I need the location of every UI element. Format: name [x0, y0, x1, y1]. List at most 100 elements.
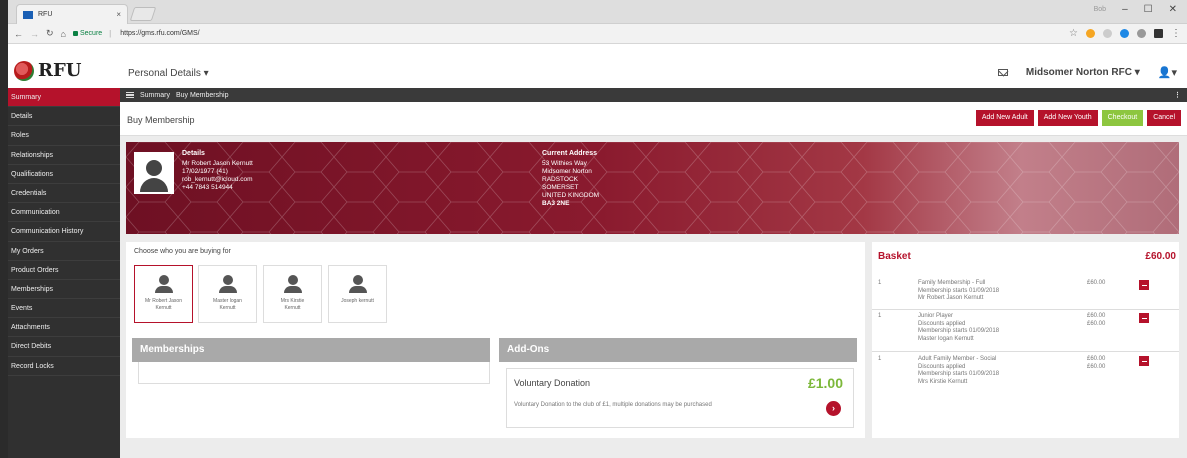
breadcrumb-item-buy-membership[interactable]: Buy Membership: [176, 92, 229, 99]
profile-name: Mr Robert Jason Kernutt: [182, 160, 253, 167]
basket-description: Adult Family Member - Social Discounts a…: [918, 356, 1000, 385]
url-field[interactable]: https://gms.rfu.com/GMS/: [120, 30, 199, 37]
sidebar-item-product-orders[interactable]: Product Orders: [8, 261, 120, 280]
person-icon: [154, 275, 174, 293]
breadcrumb: Summary Buy Membership ⋮: [120, 88, 1187, 102]
rfu-logo[interactable]: RFU: [14, 60, 81, 81]
chevron-right-icon[interactable]: ›: [826, 401, 841, 416]
bookmark-star-icon[interactable]: ☆: [1069, 28, 1078, 39]
tab-title: RFU: [38, 11, 53, 18]
window-close-icon[interactable]: ✕: [1169, 4, 1177, 15]
person-icon: [283, 275, 303, 293]
details-heading: Details: [182, 150, 205, 157]
profile-dob: 17/02/1977 (41): [182, 168, 228, 175]
maximize-icon[interactable]: ☐: [1144, 4, 1153, 15]
sidebar-item-credentials[interactable]: Credentials: [8, 184, 120, 204]
sidebar-item-qualifications[interactable]: Qualifications: [8, 165, 120, 184]
user-menu-icon[interactable]: 👤▾: [1158, 66, 1177, 79]
sidebar-item-memberships[interactable]: Memberships: [8, 280, 120, 300]
action-buttons: Add New Adult Add New Youth Checkout Can…: [975, 110, 1181, 126]
new-tab-button[interactable]: [129, 7, 157, 21]
sidebar-item-record-locks[interactable]: Record Locks: [8, 357, 120, 376]
add-new-youth-button[interactable]: Add New Youth: [1037, 110, 1098, 126]
sidebar-item-relationships[interactable]: Relationships: [8, 146, 120, 165]
page-titlebar: Buy Membership Add New Adult Add New You…: [120, 102, 1187, 136]
extension-icon[interactable]: [1137, 29, 1146, 38]
basket-qty: 1: [878, 356, 882, 362]
basket-row: 1 Adult Family Member - Social Discounts…: [872, 356, 1179, 395]
addon-card: Voluntary Donation £1.00 Voluntary Donat…: [506, 368, 854, 428]
basket-description: Family Membership - Full Membership star…: [918, 280, 1000, 302]
basket-title: Basket: [878, 251, 911, 262]
address-postcode: BA3 2NE: [542, 200, 570, 207]
header-right: Midsomer Norton RFC ▾ 👤▾: [997, 66, 1177, 79]
basket-panel: Basket £60.00 1 Family Membership - Full…: [872, 242, 1179, 438]
home-icon[interactable]: ⌂: [61, 29, 66, 39]
secure-label: Secure: [79, 30, 103, 37]
person-card[interactable]: Mrs Kirstie Kernutt: [263, 265, 322, 323]
logo-text: RFU: [38, 60, 82, 81]
cancel-button[interactable]: Cancel: [1147, 110, 1181, 126]
window-controls: Bob – ☐ ✕: [1094, 4, 1177, 15]
profile-email[interactable]: rob_kernutt@icloud.com: [182, 176, 253, 184]
sidebar-item-direct-debits[interactable]: Direct Debits: [8, 337, 120, 357]
address-line: SOMERSET: [542, 184, 579, 191]
sidebar-item-my-orders[interactable]: My Orders: [8, 242, 120, 261]
memberships-list: [138, 362, 490, 384]
add-new-adult-button[interactable]: Add New Adult: [975, 110, 1034, 126]
lock-icon: [72, 31, 78, 36]
sidebar-item-attachments[interactable]: Attachments: [8, 318, 120, 338]
club-name: Midsomer Norton RFC: [1025, 67, 1132, 78]
secure-indicator[interactable]: Secure: [72, 30, 103, 37]
back-arrow-icon[interactable]: ←: [14, 29, 23, 39]
caret-down-icon: ▾: [1134, 67, 1140, 78]
sidebar-item-roles[interactable]: Roles: [8, 126, 120, 146]
club-selector[interactable]: Midsomer Norton RFC ▾: [1026, 67, 1140, 78]
extension-icon[interactable]: [1103, 29, 1112, 38]
profile-address: Current Address 53 Withies Way Midsomer …: [542, 150, 599, 208]
sidebar-item-communication-history[interactable]: Communication History: [8, 222, 120, 242]
person-name: Joseph kernutt: [341, 298, 374, 304]
person-card[interactable]: Mr Robert Jason Kernutt: [134, 265, 193, 323]
person-icon: [348, 275, 368, 293]
hamburger-menu-icon[interactable]: [126, 92, 134, 98]
close-icon[interactable]: ×: [116, 10, 121, 19]
window-user-label[interactable]: Bob: [1094, 6, 1106, 13]
window-left-edge: [0, 0, 8, 458]
sidebar-item-details[interactable]: Details: [8, 107, 120, 127]
basket-row: 1 Junior Player Discounts applied Member…: [872, 313, 1179, 352]
forward-arrow-icon[interactable]: →: [30, 29, 39, 39]
sidebar-item-communication[interactable]: Communication: [8, 203, 120, 223]
remove-item-button[interactable]: [1139, 356, 1149, 366]
profile-banner: Details Mr Robert Jason Kernutt 17/02/19…: [126, 142, 1179, 234]
minimize-icon[interactable]: –: [1122, 4, 1128, 15]
breadcrumb-item-summary[interactable]: Summary: [140, 92, 170, 99]
person-name: Mrs Kirstie Kernutt: [280, 298, 305, 311]
basket-row: 1 Family Membership - Full Membership st…: [872, 280, 1179, 310]
rfu-favicon-icon: [23, 10, 33, 19]
remove-item-button[interactable]: [1139, 313, 1149, 323]
section-dropdown[interactable]: Personal Details ▾: [128, 68, 209, 79]
remove-item-button[interactable]: [1139, 280, 1149, 290]
person-card[interactable]: Joseph kernutt: [328, 265, 387, 323]
extension-icon[interactable]: [1120, 29, 1129, 38]
person-card[interactable]: Master logan Kernutt: [198, 265, 257, 323]
page-title: Buy Membership: [127, 115, 195, 125]
basket-price: £60.00: [1087, 280, 1106, 286]
mail-icon[interactable]: [997, 69, 1008, 76]
profile-details: Details Mr Robert Jason Kernutt 17/02/19…: [182, 150, 253, 192]
sidebar-item-summary[interactable]: Summary: [8, 88, 120, 108]
addons-heading: Add-Ons: [499, 338, 857, 362]
hexagon-pattern: [126, 142, 1179, 234]
section-title: Personal Details: [128, 68, 201, 79]
person-name: Mr Robert Jason Kernutt: [145, 298, 182, 311]
address-line: UNITED KINGDOM: [542, 192, 600, 199]
extension-icon[interactable]: [1086, 29, 1095, 38]
browser-tab[interactable]: RFU ×: [16, 4, 128, 24]
more-options-icon[interactable]: ⋮: [1174, 91, 1181, 99]
sidebar-item-events[interactable]: Events: [8, 299, 120, 319]
browser-menu-icon[interactable]: ⋮: [1171, 28, 1181, 39]
extension-icon[interactable]: [1154, 29, 1163, 38]
checkout-button[interactable]: Checkout: [1101, 110, 1144, 126]
reload-icon[interactable]: ↻: [46, 28, 54, 39]
